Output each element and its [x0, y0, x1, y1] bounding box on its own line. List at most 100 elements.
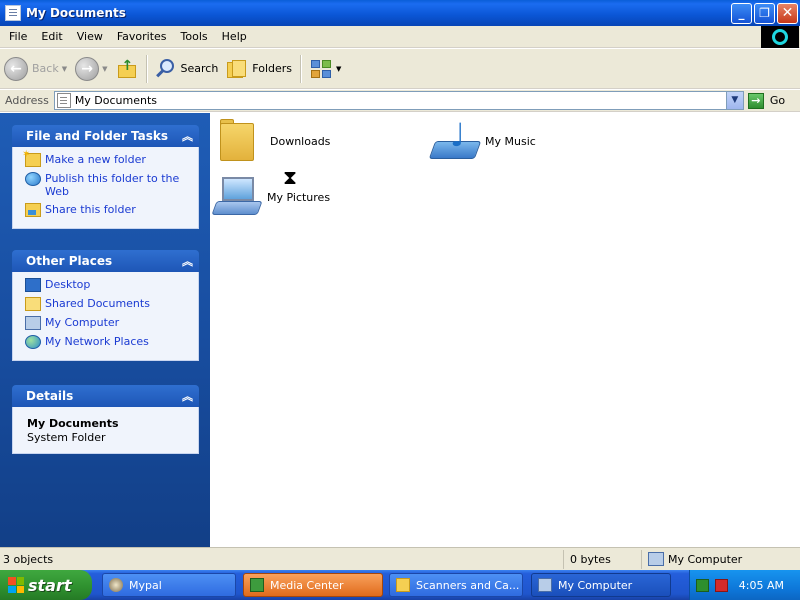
task-label: Scanners and Ca...: [416, 578, 520, 592]
taskbar-item-scanners-and-cameras[interactable]: Scanners and Ca...: [389, 573, 523, 597]
network-tray-icon[interactable]: [696, 578, 709, 592]
panel-title: Details: [26, 389, 74, 403]
toolbar-separator: [145, 54, 147, 83]
taskbar-item-my-computer[interactable]: My Computer: [531, 573, 671, 597]
place-label: My Network Places: [45, 335, 149, 348]
busy-cursor-icon: ⧗: [283, 165, 298, 189]
status-size: 0 bytes: [564, 549, 642, 569]
task-pane: File and Folder Tasks ︽ Make a new folde…: [0, 113, 210, 547]
other-places-header[interactable]: Other Places ︽: [12, 250, 199, 272]
forward-button[interactable]: → ▼: [71, 53, 111, 85]
details-header[interactable]: Details ︽: [12, 385, 199, 407]
back-label: Back: [32, 62, 59, 75]
pictures-folder-icon: [211, 175, 264, 219]
place-shared-documents[interactable]: Shared Documents: [25, 297, 198, 311]
views-icon: [309, 58, 333, 80]
folders-label: Folders: [252, 62, 293, 75]
windows-flag-icon: [8, 577, 24, 593]
task-publish-to-web[interactable]: Publish this folder to the Web: [25, 172, 198, 198]
views-dropdown-icon[interactable]: ▼: [336, 65, 341, 73]
security-tray-icon[interactable]: [715, 578, 728, 592]
file-folder-tasks-header[interactable]: File and Folder Tasks ︽: [12, 125, 199, 147]
task-make-new-folder[interactable]: Make a new folder: [22, 148, 198, 167]
menu-edit[interactable]: Edit: [34, 30, 69, 43]
network-icon: [25, 335, 41, 349]
document-icon: [5, 5, 21, 21]
go-arrow-icon: →: [747, 92, 764, 109]
task-label: Publish this folder to the Web: [45, 172, 180, 198]
place-label: Desktop: [45, 278, 91, 291]
shared-folder-icon: [25, 297, 41, 311]
panel-title: Other Places: [26, 254, 113, 268]
menu-tools[interactable]: Tools: [174, 30, 215, 43]
collapse-chevron-icon[interactable]: ︽: [182, 388, 193, 404]
place-desktop[interactable]: Desktop: [25, 278, 198, 292]
place-my-network-places[interactable]: My Network Places: [25, 335, 198, 349]
forward-arrow-icon: →: [75, 56, 100, 81]
item-label: My Pictures: [267, 190, 331, 204]
go-button[interactable]: → Go: [747, 92, 786, 109]
menu-file[interactable]: File: [0, 30, 34, 43]
address-value: My Documents: [74, 94, 158, 107]
taskbar-item-mypal[interactable]: Mypal: [102, 573, 236, 597]
item-my-pictures[interactable]: My Pictures: [211, 175, 331, 219]
panel-title: File and Folder Tasks: [26, 129, 169, 143]
views-button[interactable]: ▼: [305, 53, 345, 85]
toolbar-separator: [300, 54, 302, 83]
scanner-folder-icon: [396, 578, 410, 592]
address-label: Address: [5, 94, 49, 107]
menu-bar: File Edit View Favorites Tools Help: [0, 26, 800, 48]
computer-icon: [538, 578, 552, 592]
computer-icon: [648, 552, 664, 566]
close-button[interactable]: ✕: [777, 3, 798, 24]
item-downloads[interactable]: Downloads: [216, 119, 330, 163]
address-dropdown-icon[interactable]: ▼: [725, 92, 743, 109]
clock[interactable]: 4:05 AM: [739, 579, 784, 592]
address-input[interactable]: My Documents ▼: [53, 91, 744, 110]
collapse-chevron-icon[interactable]: ︽: [182, 253, 193, 269]
folders-button[interactable]: Folders: [222, 53, 296, 85]
menu-favorites[interactable]: Favorites: [110, 30, 174, 43]
status-zone: My Computer: [642, 550, 800, 569]
details-panel: Details ︽ My Documents System Folder: [12, 385, 199, 454]
task-share-folder[interactable]: Share this folder: [25, 203, 198, 217]
collapse-chevron-icon[interactable]: ︽: [182, 128, 193, 144]
computer-icon: [25, 316, 41, 330]
back-dropdown-icon[interactable]: ▼: [62, 65, 67, 73]
task-label: My Computer: [558, 578, 633, 592]
go-label: Go: [769, 94, 786, 107]
title-bar[interactable]: My Documents _ ❐ ✕: [0, 0, 800, 26]
window-title: My Documents: [26, 6, 126, 20]
place-my-computer[interactable]: My Computer: [25, 316, 198, 330]
status-object-count: 3 objects: [0, 549, 564, 569]
throbber-icon: [772, 29, 788, 45]
item-my-music[interactable]: ♩ My Music: [428, 119, 536, 163]
maximize-button[interactable]: ❐: [754, 3, 775, 24]
folder-up-icon: ↑: [116, 58, 138, 80]
item-label: Downloads: [270, 134, 331, 148]
system-tray: 4:05 AM: [689, 570, 800, 600]
media-center-icon: [250, 578, 264, 592]
folders-icon: [226, 58, 248, 80]
forward-dropdown-icon[interactable]: ▼: [102, 65, 107, 73]
globe-icon: [25, 172, 41, 186]
toolbar: ← Back ▼ → ▼ ↑ Search Folders ▼: [0, 49, 800, 89]
taskbar: start Mypal Media Center Scanners and Ca…: [0, 570, 800, 600]
details-type: System Folder: [27, 431, 106, 444]
task-label: Mypal: [129, 578, 162, 592]
new-folder-icon: [22, 148, 41, 167]
taskbar-item-media-center[interactable]: Media Center: [243, 573, 383, 597]
file-list-view[interactable]: Downloads ♩ My Music My Pictures: [210, 113, 800, 547]
place-label: My Computer: [45, 316, 120, 329]
menu-view[interactable]: View: [70, 30, 110, 43]
item-label: My Music: [485, 134, 536, 148]
start-button[interactable]: start: [0, 570, 92, 600]
up-button[interactable]: ↑: [112, 53, 142, 85]
menu-help[interactable]: Help: [215, 30, 254, 43]
file-folder-tasks-panel: File and Folder Tasks ︽ Make a new folde…: [12, 125, 199, 229]
desktop-icon: [25, 278, 41, 292]
status-zone-label: My Computer: [668, 552, 743, 566]
back-button[interactable]: ← Back ▼: [0, 53, 71, 85]
minimize-button[interactable]: _: [731, 3, 752, 24]
search-button[interactable]: Search: [151, 53, 223, 85]
